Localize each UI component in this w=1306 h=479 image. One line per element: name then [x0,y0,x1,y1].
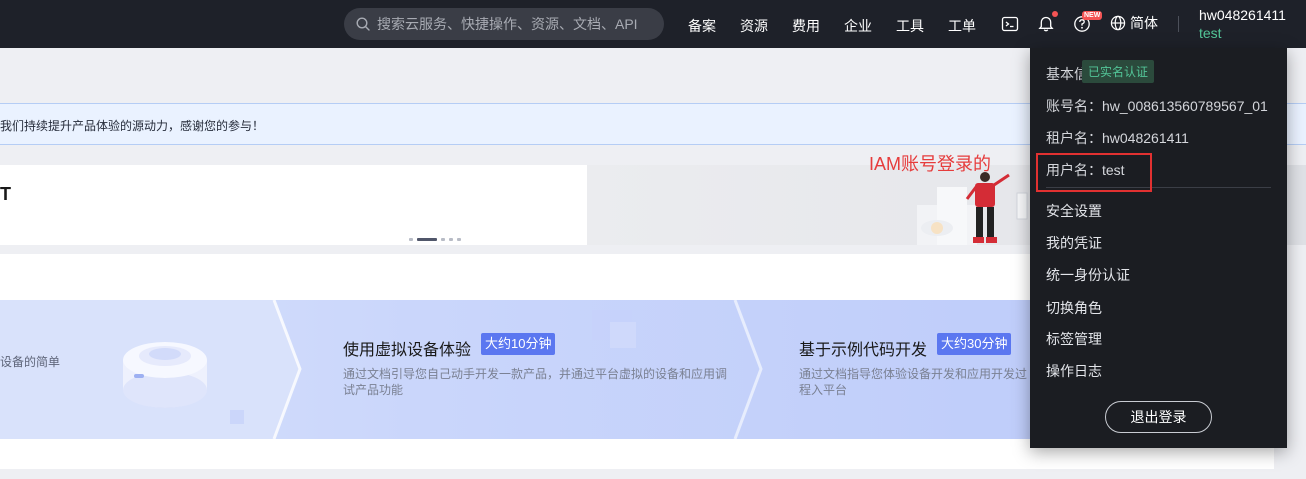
menu-switch-role[interactable]: 切换角色 [1046,298,1102,318]
topbar-divider [1178,16,1179,32]
iam-annotation: IAM账号登录的 [869,154,992,174]
account-user-name[interactable]: test [1199,25,1222,41]
nav-tools[interactable]: 工具 [896,16,924,36]
banner-title: T [0,184,11,204]
sample-code-card-title[interactable]: 基于示例代码开发 [799,336,927,360]
language-switch[interactable]: 简体 [1110,13,1158,33]
nav-billing[interactable]: 费用 [792,16,820,36]
cloud-shell-icon [1001,16,1019,32]
verified-badge: 已实名认证 [1082,60,1155,83]
carousel-indicators[interactable] [409,238,465,241]
carousel-dot[interactable] [441,238,445,241]
virtual-device-time-badge: 大约10分钟 [481,333,556,355]
new-badge: NEW [1082,11,1103,20]
nav-tickets[interactable]: 工单 [948,16,976,36]
menu-tag-management[interactable]: 标签管理 [1046,329,1102,349]
annotation-highlight-box [1036,153,1152,192]
language-label: 简体 [1130,15,1158,31]
nav-beian[interactable]: 备案 [688,16,716,36]
carousel-dot[interactable] [409,238,413,241]
top-nav-bar: 备案 资源 费用 企业 工具 工单 NEW 简体 hw048 [0,0,1306,48]
notice-text: 我们持续提升产品体验的源动力，感谢您的参与！ [0,119,265,133]
sample-code-card-desc: 通过文档指导您体验设备开发和应用开发过程入平台 [799,367,1028,397]
virtual-device-card-desc: 通过文档引导您自己动手开发一款产品，并通过平台虚拟的设备和应用调试产品功能 [343,367,728,397]
user-account-dropdown: 基本信息 账号名：hw_008613560789567_01 租户名：hw048… [1030,48,1287,448]
banner-carousel[interactable] [0,165,587,245]
notification-dot [1052,11,1058,17]
menu-operation-log[interactable]: 操作日志 [1046,361,1102,381]
sample-code-time-badge: 大约30分钟 [937,333,1012,355]
nav-resources[interactable]: 资源 [740,16,768,36]
account-no-row: 账号名：hw_008613560789567_01 [1046,98,1268,114]
nav-enterprise[interactable]: 企业 [844,16,872,36]
search-icon [356,17,370,31]
search-input[interactable] [377,16,647,32]
carousel-dot[interactable] [457,238,461,241]
cloud-shell-button[interactable] [999,13,1021,35]
virtual-device-card-title[interactable]: 使用虚拟设备体验 [343,336,471,360]
global-search[interactable] [344,8,664,40]
menu-security-settings[interactable]: 安全设置 [1046,201,1102,221]
carousel-dot-active[interactable] [417,238,437,241]
menu-my-credentials[interactable]: 我的凭证 [1046,233,1102,253]
tenant-name-row: 租户名：hw048261411 [1046,130,1189,146]
card-left-desc: 设备的简单 [0,355,61,369]
carousel-dot[interactable] [449,238,453,241]
logout-button[interactable]: 退出登录 [1105,401,1212,433]
bell-icon [1038,16,1054,32]
menu-iam[interactable]: 统一身份认证 [1046,265,1130,285]
account-name[interactable]: hw048261411 [1199,7,1286,23]
globe-icon [1110,15,1126,31]
